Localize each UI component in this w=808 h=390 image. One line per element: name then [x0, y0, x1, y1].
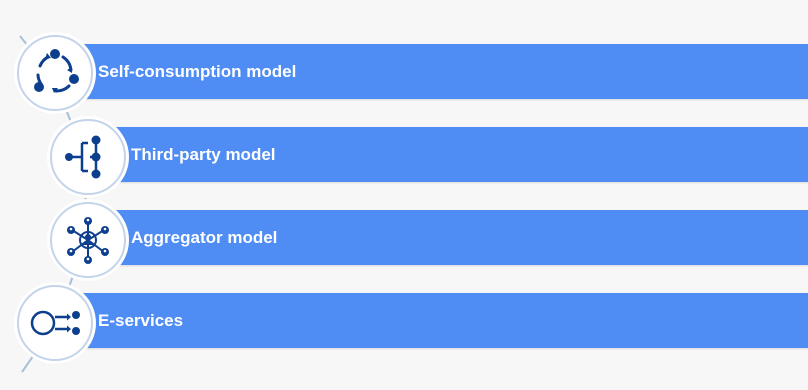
band-aggregator: Aggregator model	[76, 210, 808, 265]
band-label: E-services	[98, 310, 184, 330]
band-label: Self-consumption model	[98, 61, 297, 81]
diagram-canvas: Self-consumption model Third-party model…	[0, 0, 808, 390]
band-self-consumption: Self-consumption model	[44, 44, 808, 99]
cycle-icon	[34, 49, 79, 93]
network-icon	[67, 217, 109, 264]
band-e-services: E-services	[44, 293, 808, 348]
band-label: Third-party model	[131, 144, 276, 164]
services-icon	[30, 310, 80, 336]
band-label: Aggregator model	[131, 227, 278, 247]
hierarchy-icon	[65, 135, 101, 179]
badge-aggregator	[50, 202, 126, 278]
badge-e-services	[17, 285, 93, 361]
band-third-party: Third-party model	[76, 127, 808, 182]
badge-self-consumption	[17, 35, 93, 111]
badge-third-party	[50, 119, 126, 195]
